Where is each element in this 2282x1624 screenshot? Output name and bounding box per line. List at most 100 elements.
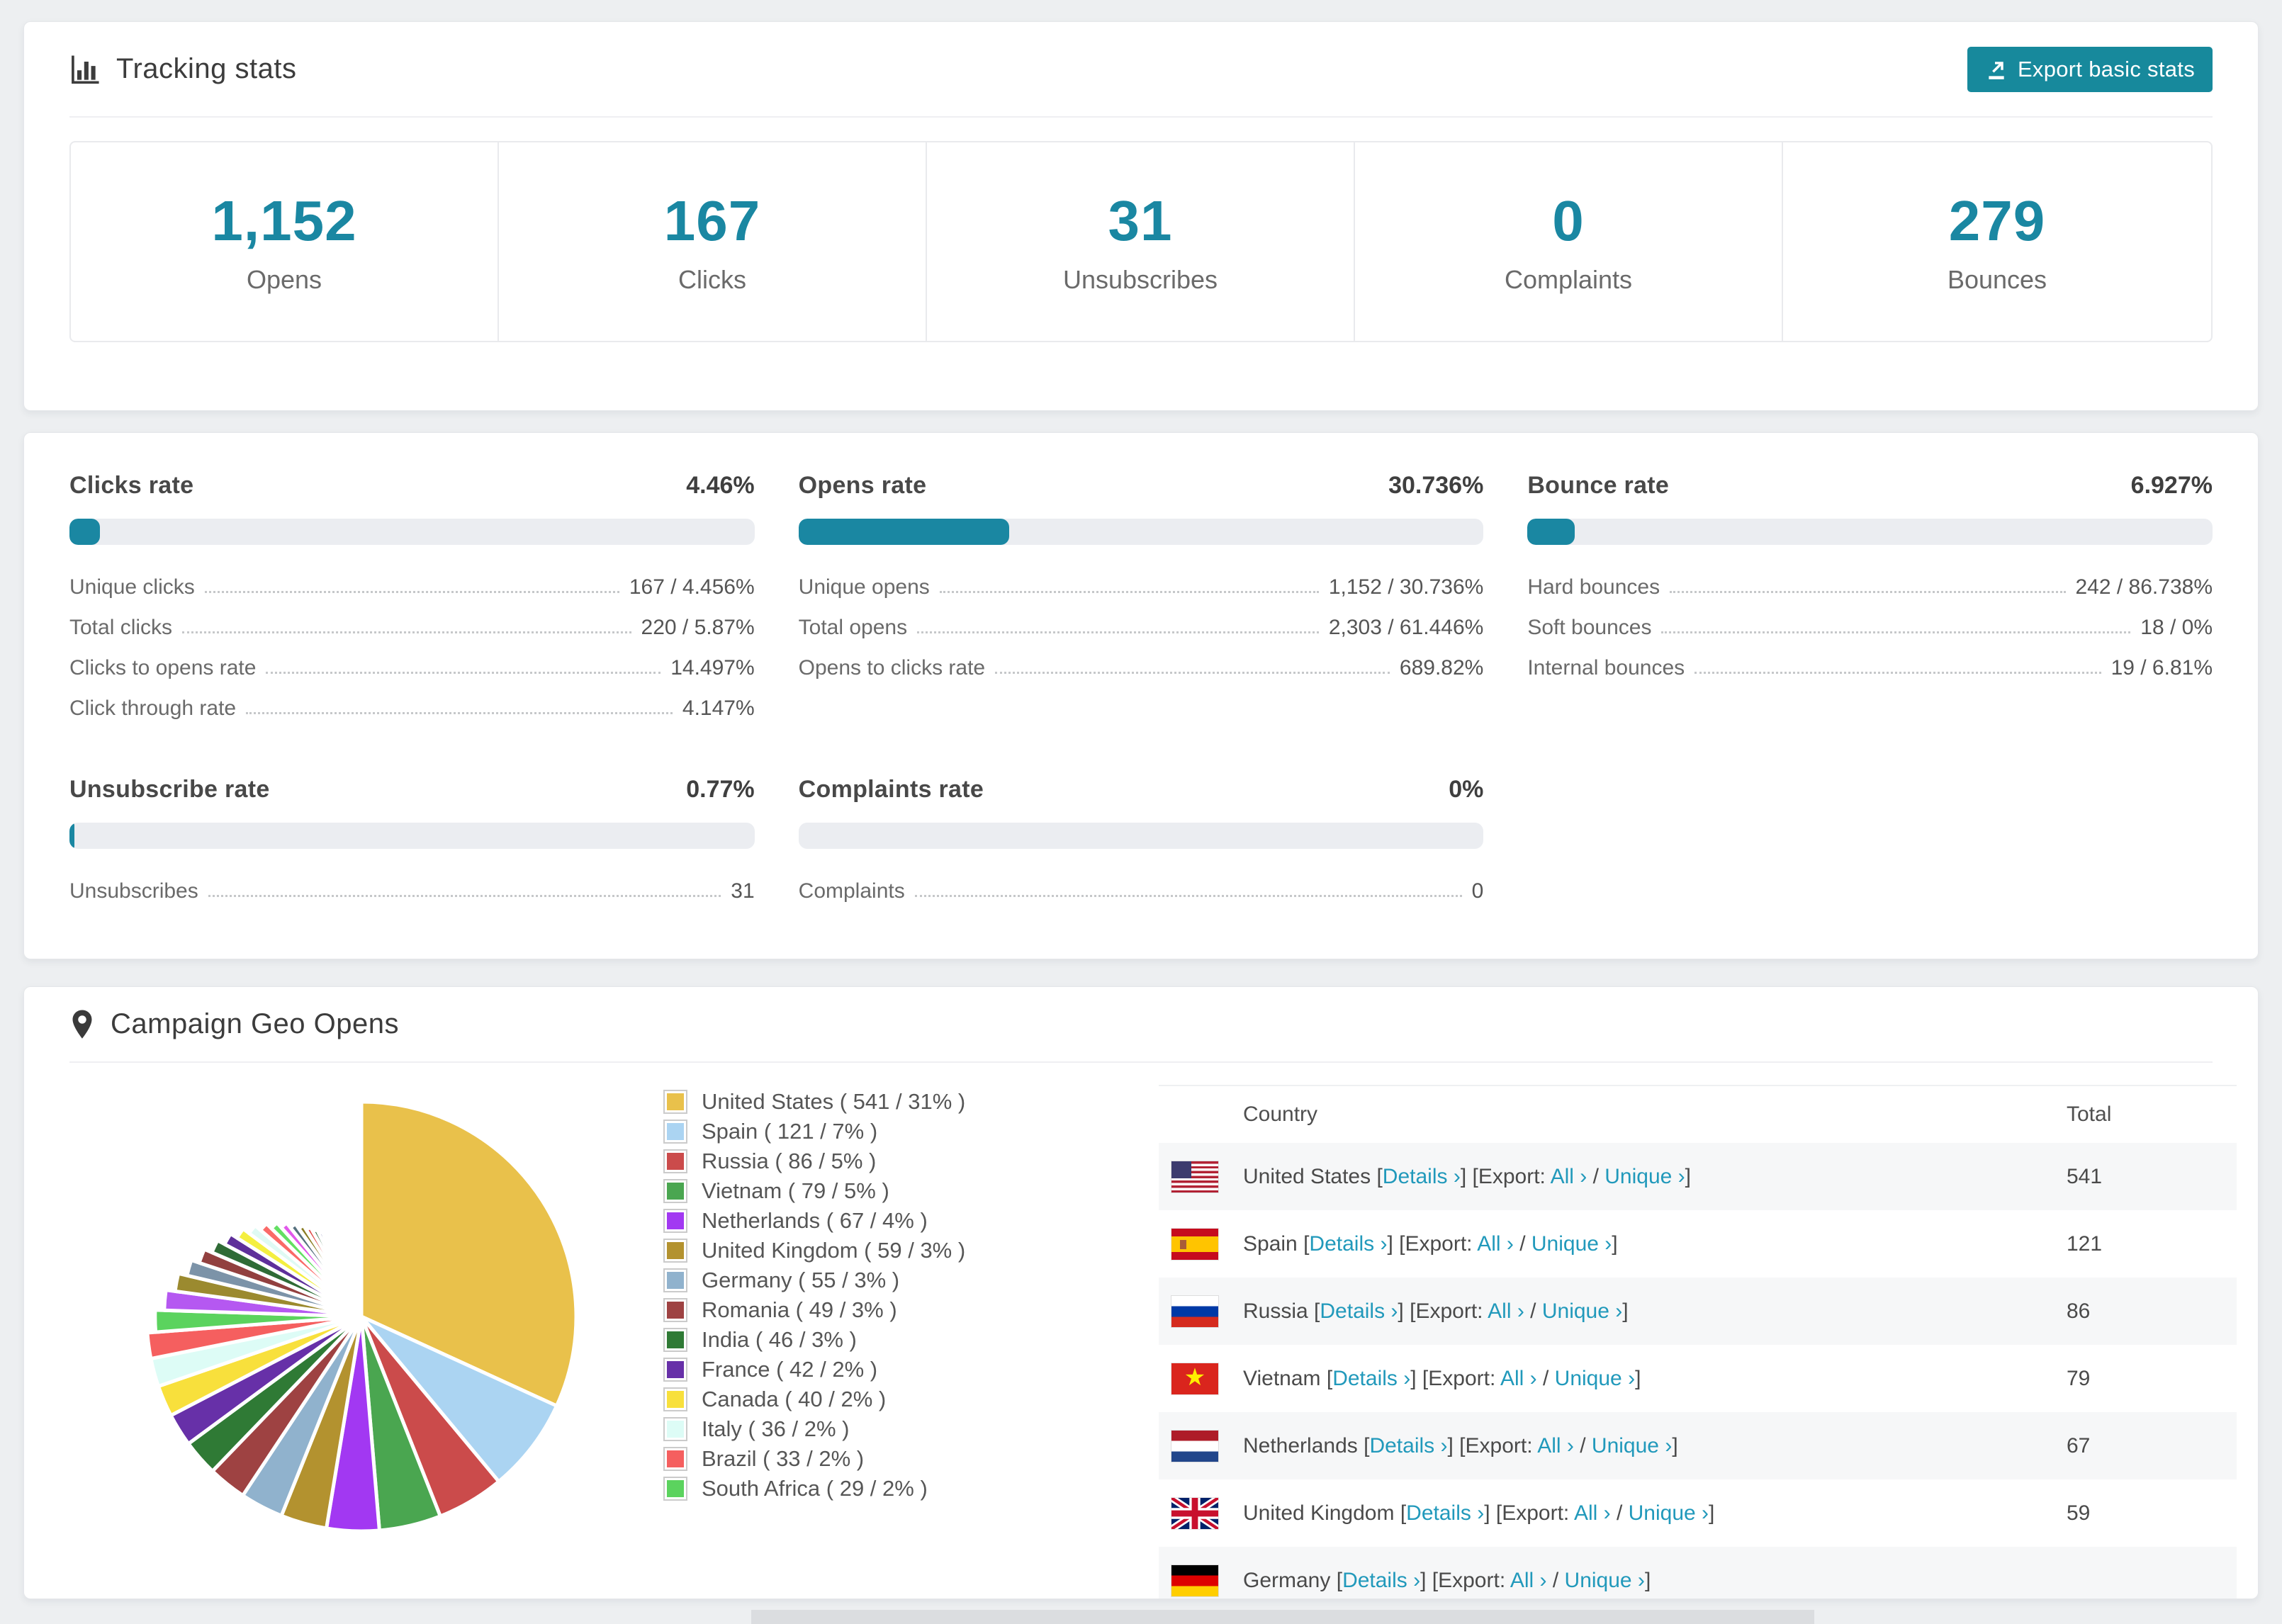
details-link[interactable]: Details › — [1406, 1501, 1484, 1525]
rate-stat-row: Unique clicks 167 / 4.456% — [69, 559, 755, 599]
export-all-link[interactable]: All › — [1488, 1299, 1524, 1323]
rate-stat-label: Total clicks — [69, 616, 173, 639]
text — [1298, 1232, 1303, 1256]
export-basic-stats-button[interactable]: Export basic stats — [1967, 46, 2213, 92]
nl-flag-icon — [1171, 1430, 1218, 1462]
legend-label: France ( 42 / 2% ) — [702, 1357, 878, 1382]
rate-stat-row: Total clicks 220 / 5.87% — [69, 599, 755, 640]
export-unique-link[interactable]: Unique › — [1592, 1434, 1672, 1457]
stat-tile-opens: 1,152 Opens — [71, 142, 499, 341]
text — [1393, 1232, 1399, 1256]
text: [Export: — [1410, 1299, 1488, 1323]
stat-value: 0 — [1552, 189, 1585, 252]
legend-item-spain[interactable]: Spain ( 121 / 7% ) — [663, 1117, 965, 1146]
country-cell: Netherlands [Details ›] [Export: All › /… — [1159, 1434, 2067, 1458]
legend-item-united-kingdom[interactable]: United Kingdom ( 59 / 3% ) — [663, 1236, 965, 1265]
rate-stat-value: 19 / 6.81% — [2110, 656, 2213, 680]
us-flag-icon — [1171, 1161, 1218, 1192]
table-row-us: United States [Details ›] [Export: All ›… — [1159, 1143, 2237, 1210]
text: [ — [1326, 1366, 1333, 1390]
text — [1404, 1299, 1410, 1323]
details-link[interactable]: Details › — [1320, 1299, 1398, 1323]
horizontal-scrollbar[interactable] — [751, 1610, 1814, 1624]
details-link[interactable]: Details › — [1342, 1569, 1420, 1592]
rate-stat-value: 14.497% — [670, 656, 755, 680]
details-link[interactable]: Details › — [1383, 1165, 1461, 1188]
export-unique-link[interactable]: Unique › — [1531, 1232, 1612, 1256]
text: ] — [1622, 1299, 1629, 1323]
export-unique-link[interactable]: Unique › — [1604, 1165, 1685, 1188]
rate-header: Complaints rate 0% — [799, 776, 1484, 803]
rate-stat-label: Soft bounces — [1527, 616, 1652, 639]
legend-label: India ( 46 / 3% ) — [702, 1327, 857, 1352]
legend-item-netherlands[interactable]: Netherlands ( 67 / 4% ) — [663, 1206, 965, 1236]
export-unique-link[interactable]: Unique › — [1629, 1501, 1709, 1525]
details-link[interactable]: Details › — [1309, 1232, 1387, 1256]
text — [1466, 1165, 1472, 1188]
progress-bar-track — [1527, 519, 2213, 545]
legend-item-south-africa[interactable]: South Africa ( 29 / 2% ) — [663, 1474, 965, 1504]
rate-value: 30.736% — [1388, 472, 1484, 499]
text: [ — [1336, 1568, 1343, 1592]
total-cell: 67 — [2067, 1433, 2091, 1457]
legend-item-romania[interactable]: Romania ( 49 / 3% ) — [663, 1295, 965, 1325]
rate-stat-row: Unique opens 1,152 / 30.736% — [799, 559, 1484, 599]
progress-bar-fill — [798, 519, 1009, 545]
text: [ — [1376, 1164, 1383, 1188]
export-all-link[interactable]: All › — [1510, 1569, 1547, 1592]
rate-stat-row: Complaints 0 — [799, 863, 1484, 903]
text: [Export: — [1472, 1164, 1551, 1188]
legend-item-india[interactable]: India ( 46 / 3% ) — [663, 1325, 965, 1355]
text — [1358, 1434, 1364, 1457]
legend-item-brazil[interactable]: Brazil ( 33 / 2% ) — [663, 1444, 965, 1474]
export-all-link[interactable]: All › — [1551, 1165, 1587, 1188]
details-link[interactable]: Details › — [1369, 1434, 1447, 1457]
rate-stat-value: 220 / 5.87% — [641, 616, 755, 639]
rate-stat-row: Opens to clicks rate 689.82% — [799, 640, 1484, 680]
country-name: Vietnam — [1243, 1366, 1321, 1390]
legend-item-russia[interactable]: Russia ( 86 / 5% ) — [663, 1146, 965, 1176]
details-link[interactable]: Details › — [1332, 1367, 1410, 1390]
legend-label: Germany ( 55 / 3% ) — [702, 1268, 900, 1292]
rate-value: 6.927% — [2130, 472, 2213, 499]
legend-item-france[interactable]: France ( 42 / 2% ) — [663, 1355, 965, 1385]
export-unique-link[interactable]: Unique › — [1542, 1299, 1622, 1323]
rate-title: Bounce rate — [1527, 472, 1670, 499]
rate-stat-value: 689.82% — [1399, 656, 1484, 680]
export-all-link[interactable]: All › — [1574, 1501, 1611, 1525]
rate-header: Unsubscribe rate 0.77% — [69, 776, 755, 803]
text: [Export: — [1459, 1433, 1538, 1457]
country-cell: Russia [Details ›] [Export: All › / Uniq… — [1159, 1299, 2067, 1324]
rate-rows: Unique clicks 167 / 4.456% Total clicks 220… — [69, 559, 755, 721]
rate-rows: Unique opens 1,152 / 30.736% Total opens 2,… — [799, 559, 1484, 680]
rate-stat-value: 1,152 / 30.736% — [1328, 575, 1484, 599]
legend-swatch — [663, 1477, 687, 1501]
legend-label: Romania ( 49 / 3% ) — [702, 1297, 897, 1322]
rate-stat-label: Unique opens — [798, 575, 930, 599]
legend-swatch — [663, 1387, 687, 1411]
legend-item-germany[interactable]: Germany ( 55 / 3% ) — [663, 1265, 965, 1295]
legend-item-vietnam[interactable]: Vietnam ( 79 / 5% ) — [663, 1176, 965, 1206]
export-unique-link[interactable]: Unique › — [1565, 1569, 1645, 1592]
export-unique-link[interactable]: Unique › — [1555, 1367, 1635, 1390]
legend-item-united-states[interactable]: United States ( 541 / 31% ) — [663, 1087, 965, 1117]
legend-swatch — [663, 1358, 687, 1382]
text — [1394, 1501, 1400, 1525]
legend-item-canada[interactable]: Canada ( 40 / 2% ) — [663, 1385, 965, 1414]
export-all-link[interactable]: All › — [1537, 1434, 1574, 1457]
geo-title: Campaign Geo Opens — [111, 1008, 400, 1039]
rate-stat-row: Click through rate 4.147% — [69, 680, 755, 721]
export-icon — [1985, 58, 2008, 81]
rate-title: Complaints rate — [798, 776, 984, 803]
export-all-link[interactable]: All › — [1500, 1367, 1537, 1390]
text: [Export: — [1432, 1568, 1510, 1592]
stat-tile-clicks: 167 Clicks — [499, 142, 927, 341]
text: / — [1610, 1501, 1629, 1525]
rate-stat-row: Hard bounces 242 / 86.738% — [1527, 559, 2213, 599]
rate-block-bounce-rate: Bounce rate 6.927% Hard bounces 242 / 86.73… — [1527, 472, 2213, 721]
legend-item-italy[interactable]: Italy ( 36 / 2% ) — [663, 1414, 965, 1444]
export-all-link[interactable]: All › — [1477, 1232, 1514, 1256]
rate-block-clicks-rate: Clicks rate 4.46% Unique clicks 167 / 4.456… — [69, 472, 755, 721]
text: ] — [1398, 1299, 1404, 1323]
rate-stat-label: Total opens — [798, 616, 908, 639]
